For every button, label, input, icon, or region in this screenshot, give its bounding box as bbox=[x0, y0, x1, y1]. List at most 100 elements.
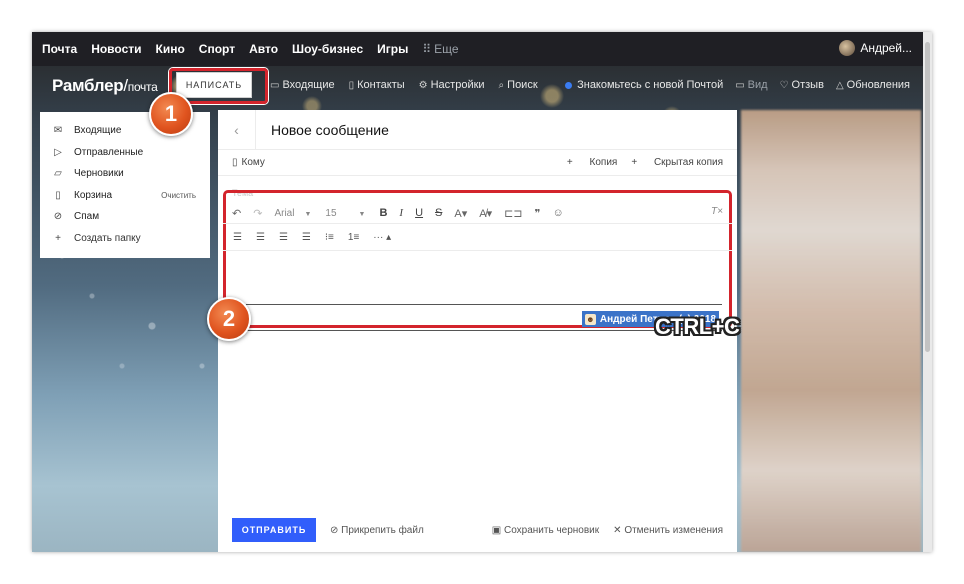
header-nav-contacts-label: Контакты bbox=[357, 79, 405, 91]
chevron-down-icon: ▼ bbox=[304, 210, 312, 218]
numbered-list-icon[interactable]: 1≡ bbox=[348, 232, 359, 243]
signature-divider-top bbox=[246, 304, 722, 305]
topbar-link-sport[interactable]: Спорт bbox=[199, 42, 235, 56]
header-nav-contacts[interactable]: ▯ Контакты bbox=[349, 79, 405, 91]
sidebar-item-drafts[interactable]: ▱ Черновики bbox=[40, 163, 210, 185]
topbar-link-movies[interactable]: Кино bbox=[156, 42, 185, 56]
align-toolbar: ☰ ☰ ☰ ☰ ⁝≡ 1≡ ··· ▴ bbox=[233, 232, 405, 243]
strikethrough-icon[interactable]: S bbox=[435, 207, 442, 219]
format-toolbar: ↶ ↷ Arial ▼ 15 ▼ B I U S A▾ A̸▾ ⊏⊐ ❞ ☺ bbox=[232, 206, 576, 220]
more-icon[interactable]: ··· ▴ bbox=[373, 232, 391, 243]
browser-viewport: Почта Новости Кино Спорт Авто Шоу-бизнес… bbox=[32, 32, 932, 552]
step-badge-1: 1 bbox=[149, 92, 193, 136]
header-nav-settings-label: Настройки bbox=[430, 79, 485, 91]
header-nav-search-label: Поиск bbox=[507, 79, 538, 91]
ad-banner-blurred bbox=[741, 110, 921, 552]
inbox-icon: ▭ bbox=[270, 79, 280, 91]
redo-icon[interactable]: ↷ bbox=[253, 207, 262, 220]
topbar-link-news[interactable]: Новости bbox=[91, 42, 141, 56]
chevron-down-icon: ▼ bbox=[358, 210, 366, 218]
link-icon[interactable]: ⊏⊐ bbox=[504, 207, 522, 220]
align-justify-icon[interactable]: ☰ bbox=[302, 232, 311, 243]
italic-icon[interactable]: I bbox=[399, 207, 403, 219]
plus-icon: + bbox=[55, 232, 61, 244]
empty-trash-link[interactable]: Очистить bbox=[161, 191, 196, 200]
header-nav-settings[interactable]: ⚙ Настройки bbox=[419, 79, 485, 91]
sidebar-item-spam[interactable]: ⊘ Спам bbox=[40, 206, 210, 228]
updates-link[interactable]: △ Обновления bbox=[836, 79, 910, 91]
bell-icon: △ bbox=[835, 79, 844, 91]
cc-label: Копия bbox=[589, 157, 618, 168]
close-icon: ✕ bbox=[613, 525, 622, 536]
page-title: Новое сообщение bbox=[271, 121, 389, 138]
align-left-icon[interactable]: ☰ bbox=[233, 232, 242, 243]
topbar-link-auto[interactable]: Авто bbox=[249, 42, 278, 56]
recipients-row[interactable]: ▯ Кому + Копия + Скрытая копия bbox=[218, 150, 737, 176]
sidebar-create-folder[interactable]: + Создать папку bbox=[40, 228, 210, 250]
shortcut-label: CTRL+C bbox=[655, 314, 740, 339]
sidebar-item-label: Создать папку bbox=[74, 232, 141, 244]
header-nav-inbox[interactable]: ▭ Входящие bbox=[270, 79, 335, 91]
compose-titlebar: ‹ Новое сообщение bbox=[218, 109, 737, 150]
topbar-link-mail[interactable]: Почта bbox=[42, 42, 77, 56]
signature-emoji-icon: ☻ bbox=[584, 313, 596, 325]
rambler-logo[interactable]: Рамблер/почта bbox=[52, 76, 158, 96]
new-mail-promo[interactable]: Знакомьтесь с новой Почтой bbox=[565, 79, 723, 91]
send-button[interactable]: ОТПРАВИТЬ bbox=[232, 518, 316, 542]
toolbar-divider bbox=[223, 250, 732, 251]
topbar-link-games[interactable]: Игры bbox=[377, 42, 408, 56]
highlight-color-icon[interactable]: A̸▾ bbox=[479, 207, 492, 220]
pin-icon: ♡ bbox=[779, 79, 789, 91]
bullet-list-icon[interactable]: ⁝≡ bbox=[325, 232, 334, 243]
header-nav: ▭ Входящие ▯ Контакты ⚙ Настройки ⌕ Поиск bbox=[270, 79, 552, 91]
back-button[interactable]: ‹ bbox=[218, 109, 256, 150]
font-size-select[interactable]: 15 ▼ bbox=[325, 208, 365, 219]
emoji-icon[interactable]: ☺ bbox=[552, 207, 563, 219]
undo-icon[interactable]: ↶ bbox=[232, 207, 241, 220]
topbar-link-showbiz[interactable]: Шоу-бизнес bbox=[292, 42, 363, 56]
quote-icon[interactable]: ❞ bbox=[535, 207, 541, 220]
align-center-icon[interactable]: ☰ bbox=[256, 232, 265, 243]
envelope-icon: ✉ bbox=[53, 125, 63, 137]
save-draft-button[interactable]: ▣ Сохранить черновик bbox=[492, 525, 599, 536]
sidebar-item-label: Корзина bbox=[74, 189, 113, 201]
topbar-more[interactable]: ⠿ Еще bbox=[422, 42, 458, 56]
add-cc-button[interactable]: + Копия bbox=[567, 157, 617, 168]
folder-sidebar: ✉ Входящие ▷ Отправленные ▱ Черновики ▯ Корз… bbox=[40, 112, 210, 258]
attach-file-button[interactable]: ⊘ Прикрепить файл bbox=[330, 525, 424, 536]
scrollbar-thumb[interactable] bbox=[925, 42, 930, 352]
sidebar-item-label: Отправленные bbox=[74, 146, 144, 158]
sidebar-item-sent[interactable]: ▷ Отправленные bbox=[40, 142, 210, 164]
font-family-select[interactable]: Arial ▼ bbox=[274, 208, 311, 219]
grid-icon: ⠿ bbox=[422, 42, 431, 56]
header-nav-search[interactable]: ⌕ Поиск bbox=[499, 79, 538, 91]
draft-icon: ▱ bbox=[54, 168, 62, 180]
add-bcc-button[interactable]: + Скрытая копия bbox=[631, 157, 723, 168]
user-name: Андрей... bbox=[860, 41, 912, 55]
clear-format-icon[interactable]: T× bbox=[711, 206, 723, 217]
sidebar-item-label: Спам bbox=[74, 211, 100, 223]
toolbar-divider bbox=[223, 223, 732, 224]
signature-divider-bottom bbox=[246, 330, 722, 331]
cancel-changes-button[interactable]: ✕ Отменить изменения bbox=[613, 525, 723, 536]
underline-icon[interactable]: U bbox=[415, 207, 423, 219]
trash-icon: ▯ bbox=[55, 189, 61, 201]
user-menu[interactable]: Андрей... bbox=[839, 40, 912, 56]
save-draft-label: Сохранить черновик bbox=[503, 525, 600, 536]
page-scrollbar[interactable] bbox=[923, 32, 932, 552]
step-badge-2: 2 bbox=[207, 297, 251, 341]
feedback-label: Отзыв bbox=[791, 79, 824, 91]
updates-label: Обновления bbox=[846, 79, 910, 91]
sidebar-item-trash[interactable]: ▯ Корзина Очистить bbox=[40, 185, 210, 207]
text-color-icon[interactable]: A▾ bbox=[454, 207, 467, 220]
to-label[interactable]: Кому bbox=[242, 157, 265, 168]
align-right-icon[interactable]: ☰ bbox=[279, 232, 288, 243]
bold-icon[interactable]: B bbox=[379, 207, 387, 219]
feedback-link[interactable]: ♡ Отзыв bbox=[780, 79, 824, 91]
save-icon: ▣ bbox=[491, 525, 502, 536]
view-toggle[interactable]: ▭ Вид bbox=[735, 79, 767, 91]
contacts-icon: ▯ bbox=[348, 79, 355, 91]
sidebar-item-label: Черновики bbox=[74, 168, 124, 180]
compose-footer: ОТПРАВИТЬ ⊘ Прикрепить файл ▣ Сохранить … bbox=[218, 510, 737, 552]
cancel-label: Отменить изменения bbox=[624, 525, 723, 536]
